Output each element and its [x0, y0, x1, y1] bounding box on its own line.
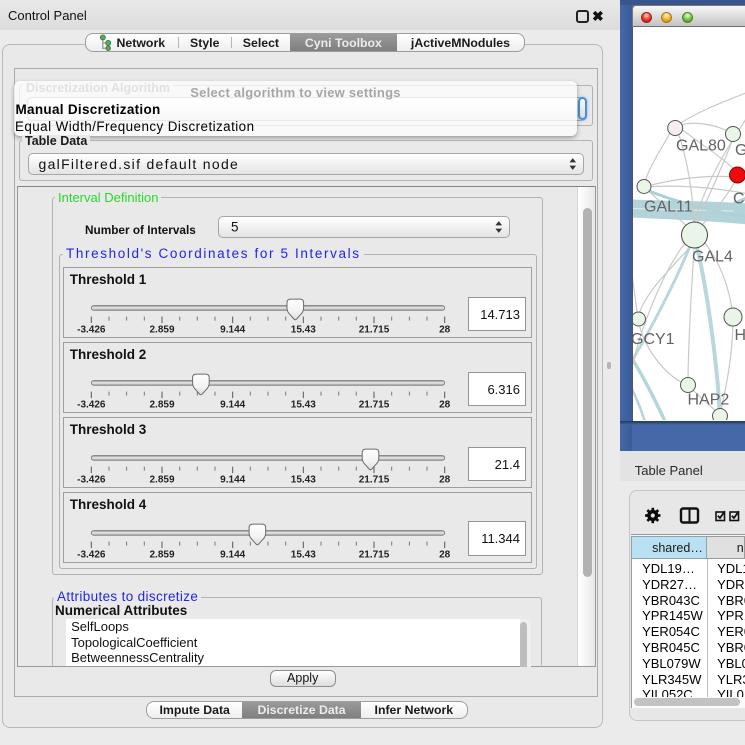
- svg-text:2.859: 2.859: [150, 474, 175, 485]
- svg-text:15.43: 15.43: [291, 549, 316, 560]
- svg-text:-3.426: -3.426: [77, 549, 106, 560]
- svg-text:28: 28: [439, 325, 451, 336]
- svg-text:9.144: 9.144: [220, 474, 245, 485]
- svg-text:GA: GA: [735, 142, 745, 159]
- svg-text:-3.426: -3.426: [77, 400, 106, 411]
- svg-text:GAL80: GAL80: [676, 138, 726, 155]
- svg-text:GCY1: GCY1: [633, 331, 675, 348]
- svg-text:2.859: 2.859: [150, 400, 175, 411]
- svg-text:2.859: 2.859: [150, 325, 175, 336]
- svg-text:-3.426: -3.426: [77, 474, 106, 485]
- svg-text:HAP2: HAP2: [687, 392, 729, 409]
- svg-text:15.43: 15.43: [291, 400, 316, 411]
- svg-text:15.43: 15.43: [291, 325, 316, 336]
- svg-text:21.715: 21.715: [359, 474, 390, 485]
- svg-text:15.43: 15.43: [291, 474, 316, 485]
- svg-text:28: 28: [439, 474, 451, 485]
- svg-text:9.144: 9.144: [220, 549, 245, 560]
- svg-text:-3.426: -3.426: [77, 325, 106, 336]
- svg-text:9.144: 9.144: [220, 400, 245, 411]
- svg-text:21.715: 21.715: [359, 549, 390, 560]
- svg-text:C: C: [733, 191, 745, 208]
- svg-text:28: 28: [439, 549, 451, 560]
- svg-text:GAL4: GAL4: [692, 249, 733, 266]
- svg-text:2.859: 2.859: [150, 549, 175, 560]
- svg-text:GAL11: GAL11: [644, 199, 693, 216]
- svg-text:21.715: 21.715: [359, 325, 390, 336]
- svg-text:28: 28: [439, 400, 451, 411]
- svg-text:H: H: [734, 327, 745, 344]
- svg-text:21.715: 21.715: [359, 400, 390, 411]
- svg-text:9.144: 9.144: [220, 325, 245, 336]
